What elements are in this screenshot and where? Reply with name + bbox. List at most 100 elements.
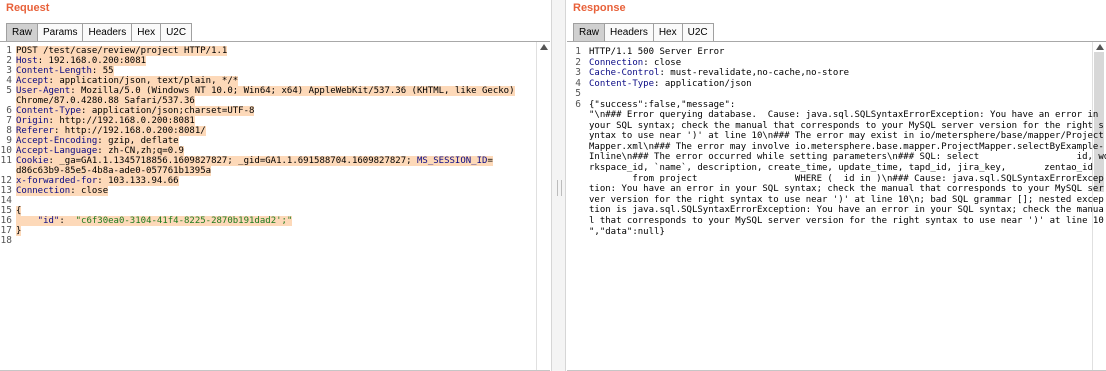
code-token: { xyxy=(16,206,22,216)
line-number: 1 xyxy=(575,46,581,57)
request-line[interactable]: User-Agent: Mozilla/5.0 (Windows NT 10.0… xyxy=(16,86,515,96)
code-token: : xyxy=(59,216,76,226)
request-line[interactable]: Accept: application/json, text/plain, */… xyxy=(16,76,239,86)
request-pane: Request Raw Params Headers Hex U2C 1 POST /te… xyxy=(0,0,550,371)
request-line[interactable]: Chrome/87.0.4280.88 Safari/537.36 xyxy=(16,96,195,106)
response-body-line: from project WHERE ( id in )\n### Cause:… xyxy=(589,173,1104,184)
response-tab-headers[interactable]: Headers xyxy=(604,23,654,41)
code-token: d86c63b9-85e5-4b8a-ade0-057761b1395a xyxy=(16,166,212,176)
request-line[interactable]: Connection: close xyxy=(16,186,109,196)
code-token: : application/json xyxy=(654,78,752,89)
line-number: 3 xyxy=(575,67,581,78)
response-body-line: tion is java.sql.SQLSyntaxErrorException… xyxy=(589,205,1104,216)
code-token: Content-Length xyxy=(16,66,92,76)
response-header-line[interactable]: Connection: close xyxy=(589,58,681,69)
code-token: Cookie xyxy=(16,156,49,166)
line-number: 6 xyxy=(575,98,581,110)
response-body-line: "\n### Error querying database. Cause: j… xyxy=(589,110,1099,121)
response-header-line[interactable]: HTTP/1.1 500 Server Error xyxy=(589,47,724,58)
code-token: } xyxy=(16,226,22,236)
request-tabs: Raw Params Headers Hex U2C xyxy=(6,23,193,41)
code-token: : application/json, text/plain, */* xyxy=(48,76,239,86)
code-token: Content-Type xyxy=(589,78,655,89)
line-number: 11 xyxy=(0,155,12,166)
code-token: Cache-Control xyxy=(589,68,660,78)
scroll-up-icon[interactable] xyxy=(540,44,548,50)
response-body-line: Inline\n### The error occurred while set… xyxy=(589,152,1106,163)
code-token: MS_SESSION_ID xyxy=(416,156,488,166)
code-token: User-Agent xyxy=(16,86,71,96)
response-title: Response xyxy=(573,2,626,14)
request-line[interactable]: x-forwarded-for: 103.133.94.66 xyxy=(16,176,179,186)
code-token: "c6f30ea0-3104-41f4-8225-2870b191dad2';" xyxy=(75,216,293,226)
response-body-line: ","data":null} xyxy=(589,226,665,237)
request-line[interactable]: Cookie: _ga=GA1.1.1345718856.1609827827;… xyxy=(16,156,493,166)
code-token: Accept xyxy=(16,76,49,86)
code-token: : http://192.168.0.200:8081/ xyxy=(53,126,206,136)
code-token: = xyxy=(487,156,493,166)
request-line[interactable]: } xyxy=(16,226,22,236)
code-token: Host xyxy=(16,56,38,66)
request-tab-u2c[interactable]: U2C xyxy=(160,23,193,41)
response-body-line: tion: You have an error in your SQL synt… xyxy=(589,184,1104,195)
response-tab-raw[interactable]: Raw xyxy=(573,23,606,41)
request-line[interactable]: Accept-Encoding: gzip, deflate xyxy=(16,136,179,146)
request-scrollbar[interactable] xyxy=(536,42,550,370)
grip-icon[interactable] xyxy=(557,180,562,196)
request-line[interactable]: d86c63b9-85e5-4b8a-ade0-057761b1395a xyxy=(16,166,212,176)
request-tab-raw[interactable]: Raw xyxy=(6,23,39,41)
code-token: Accept-Language xyxy=(16,146,98,156)
response-body-line: Mapper.xml\n### The error may involve io… xyxy=(589,141,1104,152)
code-token: : http://192.168.0.200:8081 xyxy=(48,116,195,126)
code-token: : 103.133.94.66 xyxy=(97,176,179,186)
request-line[interactable]: { xyxy=(16,206,22,216)
response-tab-u2c[interactable]: U2C xyxy=(681,23,714,41)
request-line[interactable]: Content-Type: application/json;charset=U… xyxy=(16,106,255,116)
line-number: 5 xyxy=(575,88,581,99)
request-line[interactable]: Content-Length: 55 xyxy=(16,66,114,76)
request-title: Request xyxy=(6,2,50,14)
request-line[interactable]: Referer: http://192.168.0.200:8081/ xyxy=(16,126,206,136)
request-editor[interactable]: 1 POST /test/case/review/project HTTP/1.1… xyxy=(0,41,550,371)
response-body[interactable]: {"success":false,"message": "\n### Error … xyxy=(589,99,1106,238)
request-line[interactable]: Accept-Language: zh-CN,zh;q=0.9 xyxy=(16,146,184,156)
response-tabs: Raw Headers Hex U2C xyxy=(573,23,714,41)
response-body-line: rkspace_id, `name`, description, create_… xyxy=(589,163,1093,174)
code-token: "id" xyxy=(16,216,60,226)
code-token: : close xyxy=(70,186,109,196)
request-tab-headers[interactable]: Headers xyxy=(82,23,133,41)
code-token: Connection xyxy=(589,57,644,68)
response-header-line[interactable]: Cache-Control: must-revalidate,no-cache,… xyxy=(589,68,849,79)
response-body-line: l that corresponds to your MySQL server … xyxy=(589,216,1104,227)
code-token: x-forwarded-for xyxy=(16,176,98,186)
code-token: : zh-CN,zh;q=0.9 xyxy=(97,146,184,156)
line-number: 5 xyxy=(6,85,12,96)
code-token: : 192.168.0.200:8081 xyxy=(37,56,147,66)
response-tab-hex[interactable]: Hex xyxy=(652,23,683,41)
code-token: Origin xyxy=(16,116,49,126)
code-token: : Mozilla/5.0 (Windows NT 10.0; Win64; x… xyxy=(70,86,515,96)
scroll-up-icon[interactable] xyxy=(1096,44,1104,50)
request-line[interactable]: "id": "c6f30ea0-3104-41f4-8225-2870b191d… xyxy=(16,216,293,226)
response-body-line: yntax to use near ')' at line 10\n### Th… xyxy=(589,131,1104,142)
request-line[interactable]: Origin: http://192.168.0.200:8081 xyxy=(16,116,195,126)
response-body-line: ver version for the right syntax to use … xyxy=(589,194,1104,205)
code-token: : 55 xyxy=(91,66,114,76)
request-line[interactable]: Host: 192.168.0.200:8081 xyxy=(16,56,147,66)
code-token: : application/json;charset=UTF-8 xyxy=(81,106,255,116)
response-header-line[interactable]: Content-Type: application/json xyxy=(589,79,752,90)
request-line[interactable]: POST /test/case/review/project HTTP/1.1 xyxy=(16,46,228,56)
response-body-line: your SQL syntax; check the manual that c… xyxy=(589,120,1104,131)
code-token: Content-Type xyxy=(16,106,82,116)
code-token: : close xyxy=(643,57,682,68)
request-tab-params[interactable]: Params xyxy=(37,23,84,41)
code-token: Accept-Encoding xyxy=(16,136,98,146)
code-token: HTTP/1.1 500 Server Error xyxy=(589,47,725,57)
pane-splitter[interactable] xyxy=(551,0,566,371)
code-token: : _ga=GA1.1.1345718856.1609827827; _gid=… xyxy=(48,156,417,166)
code-token: Referer xyxy=(16,126,54,136)
line-number: 18 xyxy=(0,235,12,246)
response-body-line: {"success":false,"message": xyxy=(589,99,736,110)
request-tab-hex[interactable]: Hex xyxy=(131,23,162,41)
response-editor[interactable]: 1 HTTP/1.1 500 Server Error 2 Connection: c… xyxy=(567,41,1106,371)
